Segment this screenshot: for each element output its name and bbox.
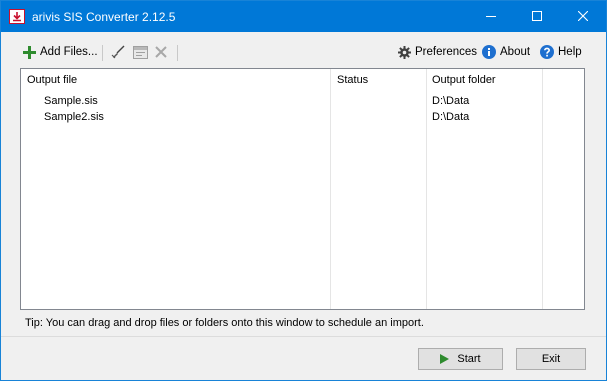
help-label: Help: [558, 46, 582, 58]
exit-label: Exit: [541, 353, 561, 365]
close-icon: [578, 11, 588, 21]
column-header-status[interactable]: Status: [337, 69, 368, 91]
app-icon: [9, 9, 25, 24]
preferences-button[interactable]: Preferences: [398, 44, 477, 60]
minimize-button[interactable]: [468, 1, 514, 32]
window-title: arivis SIS Converter 2.12.5: [32, 10, 176, 24]
file-list[interactable]: Output file Status Output folder Sample.…: [20, 68, 585, 310]
column-divider: [426, 69, 427, 309]
info-icon: [482, 45, 496, 59]
footer-divider: [1, 336, 606, 337]
column-divider: [542, 69, 543, 309]
plus-icon: [23, 45, 36, 59]
window-properties-icon: [133, 45, 148, 59]
row-output-file: Sample.sis: [44, 95, 98, 107]
tip-text: Tip: You can drag and drop files or fold…: [25, 317, 424, 329]
exit-button[interactable]: Exit: [516, 348, 586, 370]
maximize-button[interactable]: [514, 1, 560, 32]
clear-finished-button[interactable]: [111, 44, 125, 60]
start-button[interactable]: Start: [418, 348, 503, 370]
properties-button[interactable]: [133, 44, 148, 60]
minimize-icon: [486, 16, 496, 17]
toolbar-separator: [177, 45, 178, 61]
broom-icon: [111, 45, 125, 59]
toolbar-separator: [102, 45, 103, 61]
play-icon: [440, 354, 450, 364]
row-output-file: Sample2.sis: [44, 111, 104, 123]
add-files-button[interactable]: Add Files...: [23, 44, 98, 60]
help-icon: [540, 45, 554, 59]
toolbar: Add Files... Preferences About Help: [1, 32, 606, 66]
column-divider: [330, 69, 331, 309]
column-header-output-file[interactable]: Output file: [27, 69, 77, 91]
row-output-folder: D:\Data: [432, 95, 470, 107]
remove-button[interactable]: [155, 44, 167, 60]
help-button[interactable]: Help: [540, 44, 582, 60]
remove-icon: [155, 46, 167, 58]
column-header-output-folder[interactable]: Output folder: [432, 69, 496, 91]
row-output-folder: D:\Data: [432, 111, 470, 123]
app-window: arivis SIS Converter 2.12.5 Add Files...: [0, 0, 607, 381]
preferences-label: Preferences: [415, 46, 478, 58]
about-label: About: [500, 46, 531, 58]
add-files-label: Add Files...: [40, 46, 98, 58]
maximize-icon: [532, 11, 542, 21]
gear-icon: [398, 45, 411, 59]
close-button[interactable]: [560, 1, 606, 32]
start-label: Start: [457, 353, 481, 365]
title-bar[interactable]: arivis SIS Converter 2.12.5: [1, 1, 606, 32]
about-button[interactable]: About: [482, 44, 530, 60]
